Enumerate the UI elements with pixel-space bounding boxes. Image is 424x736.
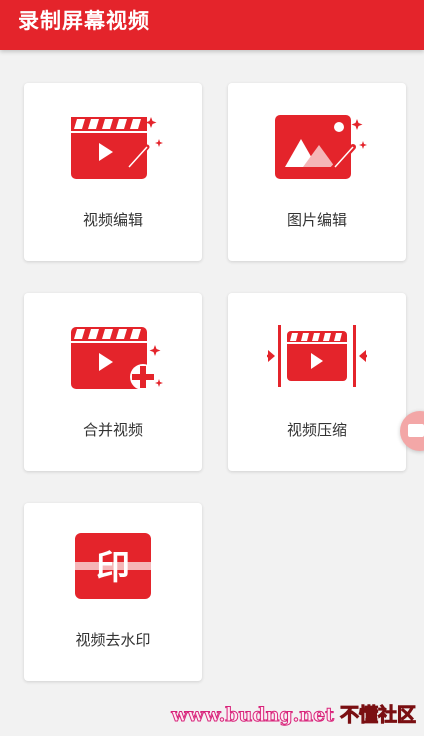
image-edit-card[interactable]: 图片编辑 [228,83,406,261]
watermark-url: www.budng.net [171,704,335,727]
app-bar: 录制屏幕视频 [0,0,424,50]
watermark-brand: 不懂社区 [339,704,416,727]
video-merge-icon [63,319,163,393]
card-label: 视频压缩 [286,421,347,439]
message-icon [408,424,424,437]
video-edit-icon [63,109,163,183]
card-label: 图片编辑 [286,211,347,229]
icon-glyph: 印 [96,548,130,588]
card-label: 视频编辑 [82,211,143,229]
watermark-remove-icon: 印 [63,529,163,603]
card-label: 视频去水印 [75,631,151,649]
watermark-remove-card[interactable]: 印 视频去水印 [24,503,202,681]
video-compress-card[interactable]: 视频压缩 [228,293,406,471]
card-label: 合并视频 [82,421,143,439]
site-watermark: www.budng.net 不懂社区 [171,700,417,727]
page-title: 录制屏幕视频 [18,9,150,33]
video-compress-icon [257,319,377,393]
image-edit-icon [267,109,367,183]
video-merge-card[interactable]: 合并视频 [24,293,202,471]
video-edit-card[interactable]: 视频编辑 [24,83,202,261]
